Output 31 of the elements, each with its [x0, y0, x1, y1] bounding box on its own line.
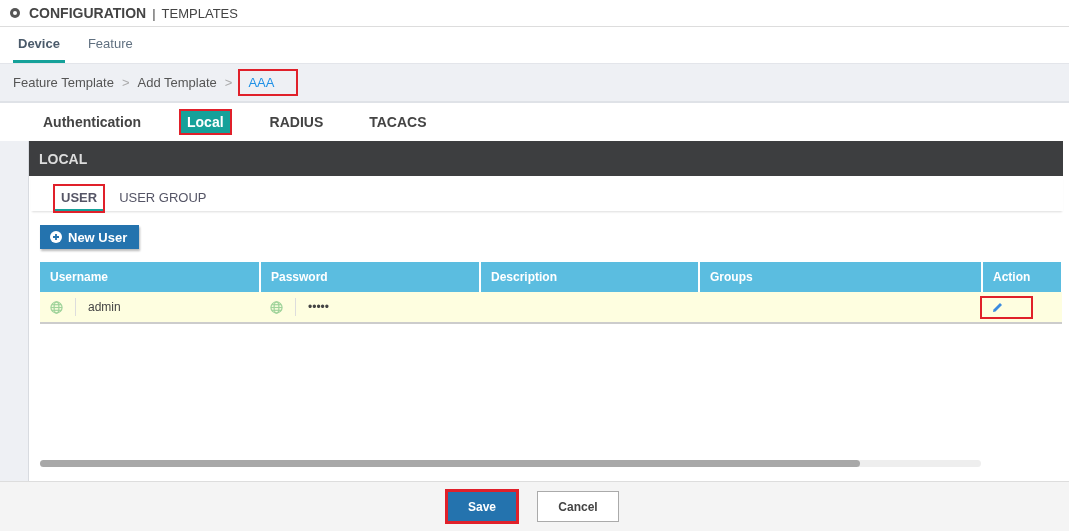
table-cell: ••••• — [308, 300, 329, 314]
edit-button[interactable] — [982, 297, 1031, 317]
tab[interactable]: RADIUS — [263, 111, 330, 133]
breadcrumb-separator: > — [224, 75, 233, 90]
breadcrumb-link[interactable]: Feature Template — [13, 71, 114, 94]
settings-icon — [7, 5, 23, 21]
title-divider: | — [152, 5, 156, 21]
breadcrumb-separator: > — [121, 75, 130, 90]
tab[interactable]: Feature — [82, 27, 138, 63]
page-subtitle: TEMPLATES — [161, 5, 238, 21]
column-header: Password — [260, 262, 480, 292]
tab[interactable]: TACACS — [363, 111, 433, 133]
tab[interactable]: Authentication — [37, 111, 147, 133]
column-header: Action — [982, 262, 1062, 292]
page-title: CONFIGURATION — [29, 5, 147, 21]
breadcrumb-link[interactable]: Add Template — [137, 71, 217, 94]
globe-icon — [50, 300, 63, 314]
column-header: Description — [480, 262, 699, 292]
column-header: Username — [40, 262, 260, 292]
globe-icon — [270, 300, 283, 314]
column-header: Groups — [699, 262, 982, 292]
panel-header: LOCAL — [29, 141, 1063, 176]
tab[interactable]: USER — [55, 186, 104, 211]
plus-icon — [50, 231, 62, 243]
save-button[interactable]: Save — [445, 489, 519, 524]
scrollbar[interactable] — [40, 460, 981, 467]
tab[interactable]: USER GROUP — [113, 186, 213, 211]
table-cell: admin — [88, 300, 121, 314]
pencil-icon — [992, 301, 1003, 313]
new-user-button[interactable]: New User — [40, 225, 140, 249]
cancel-button[interactable]: Cancel — [537, 491, 619, 522]
